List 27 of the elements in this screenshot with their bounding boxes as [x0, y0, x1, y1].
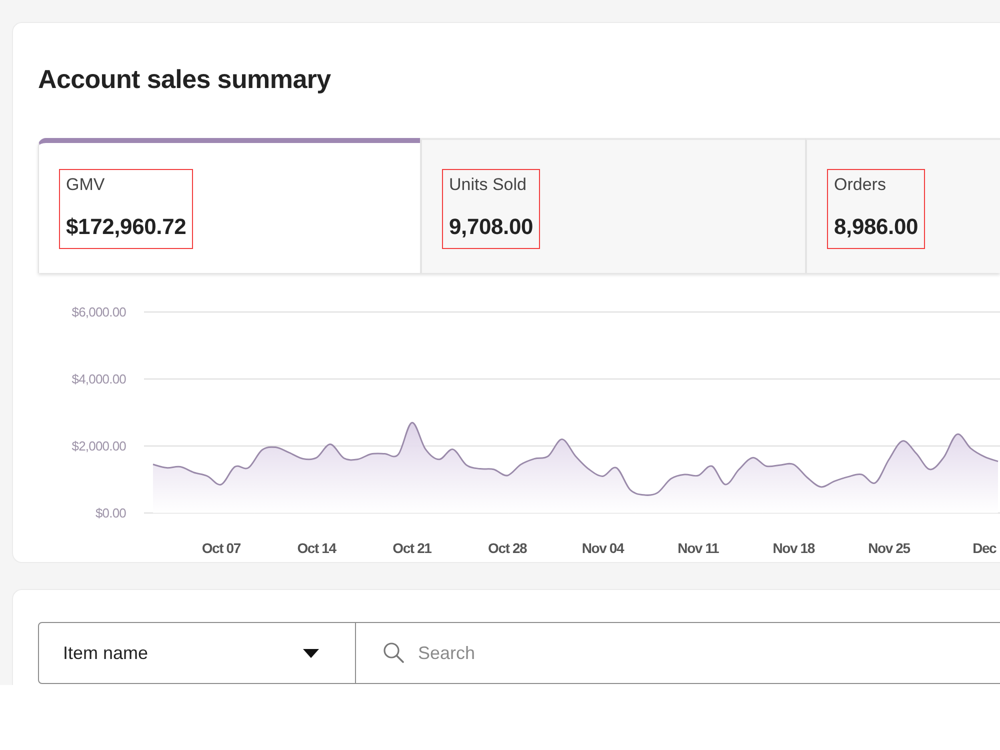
item-name-dropdown[interactable]: Item name [38, 622, 356, 684]
metric-value: 8,986.00 [834, 213, 918, 241]
metric-label: Units Sold [449, 174, 526, 196]
caret-icon [303, 648, 319, 658]
card-title: Account sales summary [38, 63, 331, 95]
metric-label: GMV [66, 174, 105, 196]
x-axis-label: Nov 11 [678, 540, 719, 556]
x-axis-label: Nov 04 [582, 540, 624, 556]
y-axis-label: $0.00 [95, 506, 126, 520]
y-axis-label: $4,000.00 [72, 372, 126, 386]
x-axis-label: Oct 21 [392, 540, 432, 556]
x-axis-label: Nov 25 [868, 540, 910, 556]
metric-label: Orders [834, 174, 886, 196]
x-axis-label: Oct 14 [297, 540, 336, 556]
search-field[interactable]: Search [356, 622, 1000, 684]
search-icon [383, 642, 404, 663]
metric-value: 9,708.00 [449, 213, 534, 241]
y-axis-label: $6,000.00 [72, 304, 126, 320]
x-axis-label: Oct 28 [488, 540, 527, 556]
metric-tab[interactable]: Orders 8,986.00 [805, 138, 1000, 273]
x-axis-label: Oct 07 [202, 540, 240, 556]
metric-value: $172,960.72 [66, 213, 186, 241]
y-axis-label: $2,000.00 [72, 438, 126, 454]
metric-tab[interactable]: Units Sold 9,708.00 [420, 138, 805, 273]
x-axis-label: Dec [972, 540, 996, 556]
x-axis-label: Nov 18 [772, 540, 814, 556]
metric-tab[interactable]: GMV $172,960.72 [38, 138, 420, 273]
